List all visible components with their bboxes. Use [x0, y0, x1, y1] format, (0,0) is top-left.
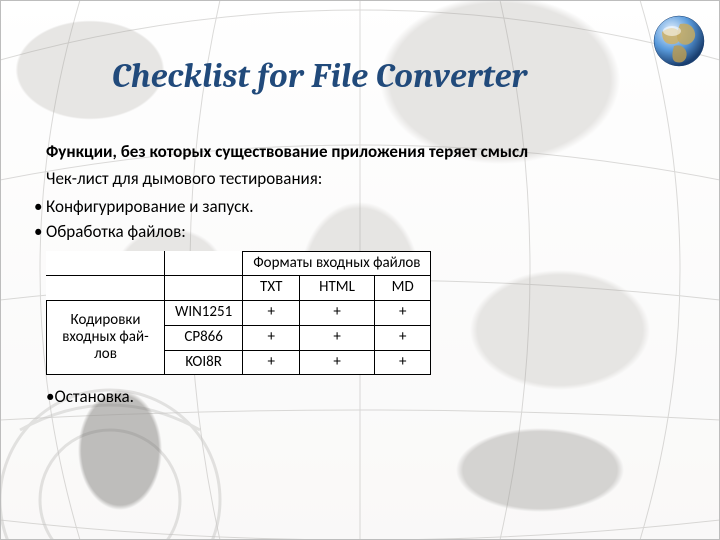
- table-row: TXT HTML MD: [47, 276, 431, 301]
- cell: +: [374, 301, 431, 326]
- cell: +: [300, 301, 375, 326]
- slide-body: Функции, без которых существование прило…: [46, 140, 692, 410]
- table-corner: [47, 251, 165, 276]
- matrix-table-wrap: Форматы входных файлов TXT HTML MD Кодир…: [46, 251, 692, 376]
- cell: +: [243, 350, 300, 375]
- row-header: WIN1251: [165, 301, 243, 326]
- bullet-list-last: Остановка.: [46, 385, 692, 410]
- cell: +: [243, 301, 300, 326]
- table-corner: [165, 251, 243, 276]
- page-title: Checklist for File Converter: [112, 56, 690, 96]
- row-header: CP866: [165, 325, 243, 350]
- col-header: MD: [374, 276, 431, 301]
- col-header: HTML: [300, 276, 375, 301]
- bullet-list: Конфигурирование и запуск. Обработка фай…: [46, 195, 692, 244]
- table-row: Форматы входных файлов: [47, 251, 431, 276]
- cell: +: [243, 325, 300, 350]
- bullet-item: Конфигурирование и запуск.: [34, 195, 692, 220]
- col-header: TXT: [243, 276, 300, 301]
- row-header: KOI8R: [165, 350, 243, 375]
- bullet-item: Остановка.: [46, 385, 692, 410]
- table-corner: [47, 276, 165, 301]
- table-corner: [165, 276, 243, 301]
- row-group-header: Кодировки входных фай- лов: [47, 301, 165, 375]
- cell: +: [300, 325, 375, 350]
- intro-sub: Чек-лист для дымового тестирования:: [46, 167, 692, 192]
- table-row: Кодировки входных фай- лов WIN1251 + + +: [47, 301, 431, 326]
- cell: +: [374, 350, 431, 375]
- cell: +: [374, 325, 431, 350]
- col-group-header: Форматы входных файлов: [243, 251, 431, 276]
- bullet-item: Обработка файлов:: [34, 220, 692, 245]
- intro-bold: Функции, без которых существование прило…: [46, 140, 692, 165]
- matrix-table: Форматы входных файлов TXT HTML MD Кодир…: [46, 251, 431, 376]
- cell: +: [300, 350, 375, 375]
